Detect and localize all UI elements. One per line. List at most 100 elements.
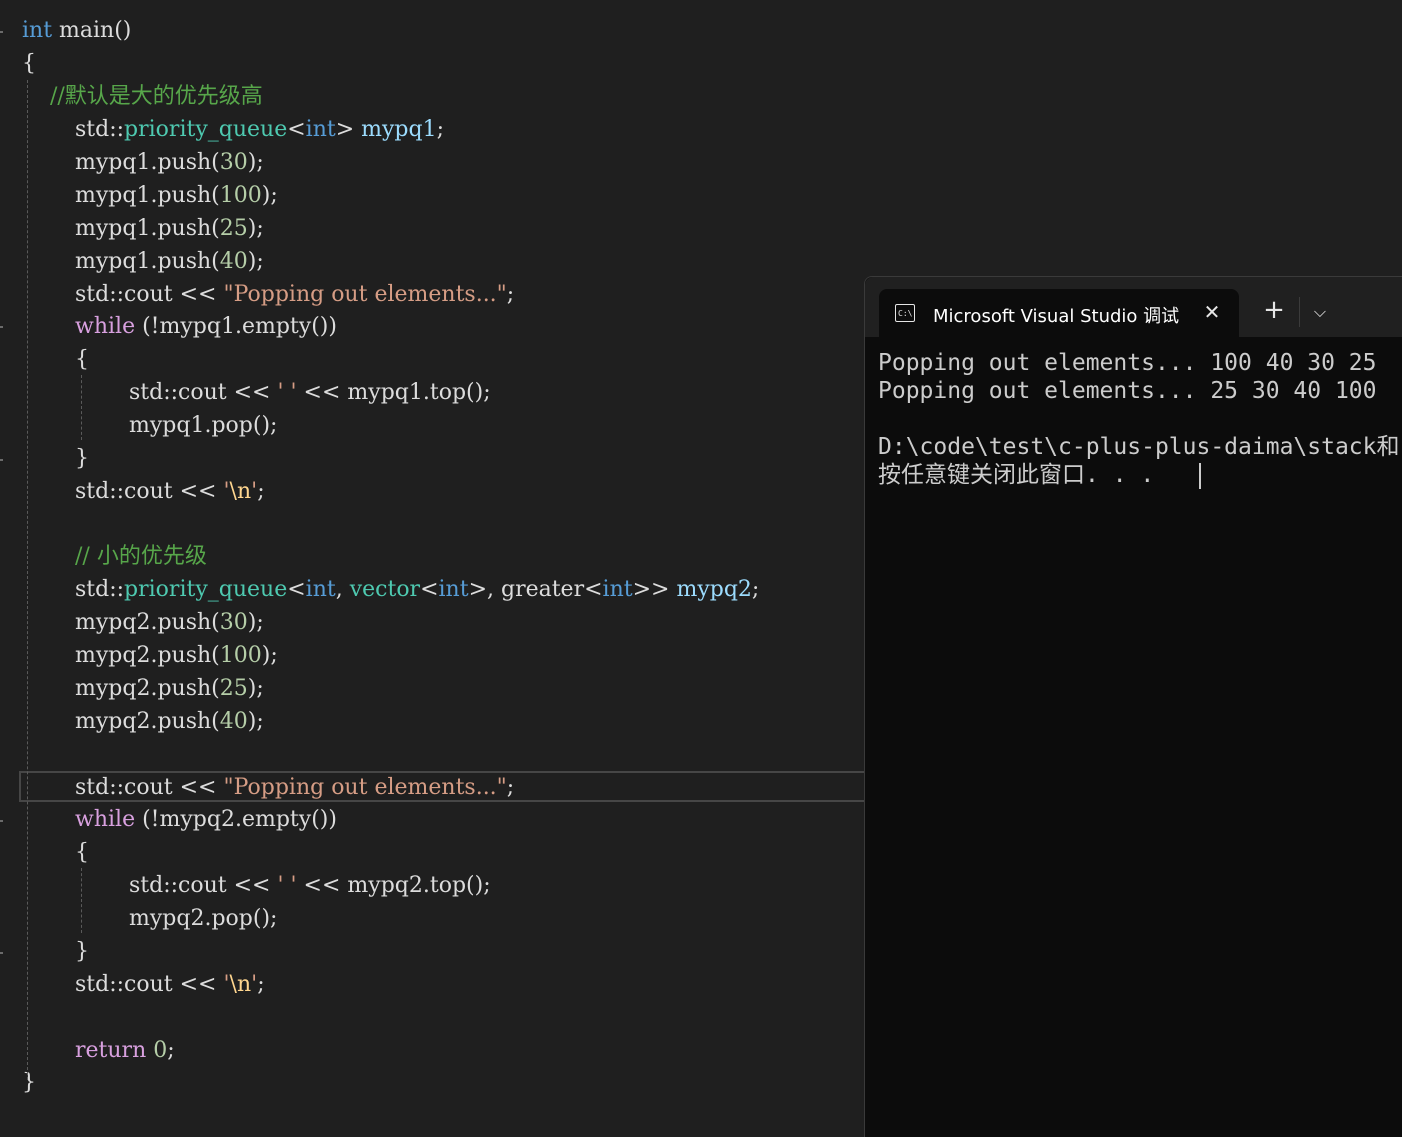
code-token: std::cout << bbox=[75, 775, 224, 800]
code-token: < bbox=[287, 577, 306, 602]
code-line[interactable]: std::cout << "Popping out elements..."; bbox=[75, 278, 514, 311]
code-token: { bbox=[75, 347, 89, 372]
code-token: int bbox=[602, 577, 633, 602]
code-line[interactable]: mypq2.push(100); bbox=[75, 639, 278, 672]
code-token: std::cout << bbox=[75, 282, 224, 307]
code-token: priority_queue bbox=[124, 577, 288, 602]
code-line[interactable]: //默认是大的优先级高 bbox=[22, 80, 263, 113]
code-token: ; bbox=[257, 479, 265, 504]
debug-console-window[interactable]: C:\ Microsoft Visual Studio 调试控 ✕ + ⌵ Po… bbox=[864, 276, 1402, 1137]
code-token: } bbox=[75, 446, 89, 471]
terminal-titlebar[interactable]: C:\ Microsoft Visual Studio 调试控 ✕ + ⌵ bbox=[865, 277, 1402, 337]
code-token: 30 bbox=[219, 150, 248, 175]
code-token: { bbox=[22, 51, 36, 76]
code-token: ); bbox=[247, 249, 264, 274]
code-token: } bbox=[75, 939, 89, 964]
code-token: main() bbox=[52, 18, 132, 43]
code-line[interactable]: mypq2.pop(); bbox=[129, 902, 277, 935]
code-line[interactable]: std::priority_queue<int, vector<int>, gr… bbox=[75, 573, 759, 606]
code-token: while bbox=[75, 807, 136, 832]
code-line[interactable]: // 小的优先级 bbox=[75, 540, 207, 573]
code-line[interactable]: while (!mypq2.empty()) bbox=[75, 803, 337, 836]
code-token: mypq2.push( bbox=[75, 610, 220, 635]
terminal-output-line: Popping out elements... 25 30 40 100 bbox=[878, 378, 1377, 404]
code-token: std:: bbox=[75, 117, 125, 142]
chevron-down-icon[interactable]: ⌵ bbox=[1307, 299, 1333, 325]
code-token: std::cout << bbox=[75, 479, 224, 504]
code-token: ; bbox=[751, 577, 760, 602]
code-line[interactable]: mypq2.push(25); bbox=[75, 672, 264, 705]
code-token: 100 bbox=[219, 643, 262, 668]
indent-guide bbox=[81, 375, 82, 440]
code-line[interactable]: std::cout << '\n'; bbox=[75, 475, 265, 508]
code-token: while bbox=[75, 314, 136, 339]
code-line[interactable]: std::cout << ' ' << mypq1.top(); bbox=[129, 376, 491, 409]
tab-title: Microsoft Visual Studio 调试控 bbox=[933, 306, 1179, 327]
code-line[interactable]: mypq1.push(25); bbox=[75, 212, 264, 245]
code-token: << mypq1.top(); bbox=[296, 380, 491, 405]
text-cursor bbox=[1199, 463, 1201, 489]
code-token: vector bbox=[349, 577, 421, 602]
code-token: std:: bbox=[75, 577, 125, 602]
indent-guide bbox=[81, 868, 82, 933]
code-line[interactable]: std::cout << ' ' << mypq2.top(); bbox=[129, 869, 491, 902]
code-token: mypq1.push( bbox=[75, 216, 220, 241]
code-line[interactable]: { bbox=[75, 836, 89, 869]
new-tab-button[interactable]: + bbox=[1261, 297, 1287, 323]
code-line[interactable]: std::cout << '\n'; bbox=[75, 968, 265, 1001]
code-token: ' ' bbox=[277, 380, 297, 405]
code-token: "Popping out elements..." bbox=[223, 775, 507, 800]
terminal-output-line: Popping out elements... 100 40 30 25 bbox=[878, 350, 1377, 376]
code-token: mypq1 bbox=[361, 117, 437, 142]
code-token: //默认是大的优先级高 bbox=[22, 84, 263, 109]
console-icon: C:\ bbox=[895, 304, 915, 322]
code-line[interactable]: std::cout << "Popping out elements..."; bbox=[75, 771, 514, 804]
code-line[interactable]: } bbox=[75, 442, 89, 475]
code-token: ; bbox=[257, 972, 265, 997]
gutter-marker bbox=[0, 31, 3, 33]
code-line[interactable]: mypq1.push(100); bbox=[75, 179, 278, 212]
code-line[interactable]: { bbox=[75, 343, 89, 376]
code-line[interactable]: } bbox=[75, 935, 89, 968]
code-token: >, greater< bbox=[468, 577, 603, 602]
close-tab-button[interactable]: ✕ bbox=[1199, 299, 1225, 325]
code-token: ); bbox=[261, 183, 278, 208]
code-token: mypq1.push( bbox=[75, 249, 220, 274]
code-token: < bbox=[420, 577, 439, 602]
code-token: ; bbox=[167, 1038, 175, 1063]
tab-divider bbox=[1299, 297, 1300, 327]
code-token: 30 bbox=[219, 610, 248, 635]
code-token: ; bbox=[506, 775, 515, 800]
code-line[interactable]: std::priority_queue<int> mypq1; bbox=[75, 113, 444, 146]
code-line[interactable]: mypq1.push(40); bbox=[75, 245, 264, 278]
code-token: mypq2.push( bbox=[75, 643, 220, 668]
gutter-marker bbox=[0, 952, 3, 954]
code-line[interactable]: while (!mypq1.empty()) bbox=[75, 310, 337, 343]
code-token: 0 bbox=[153, 1038, 168, 1063]
code-line[interactable]: { bbox=[22, 47, 36, 80]
code-token: (!mypq1.empty()) bbox=[135, 314, 337, 339]
code-token: { bbox=[75, 840, 89, 865]
code-token: mypq1.push( bbox=[75, 150, 220, 175]
code-token: int bbox=[305, 117, 336, 142]
code-token: int bbox=[22, 18, 53, 43]
code-line[interactable]: } bbox=[22, 1066, 36, 1099]
code-token: std::cout << bbox=[129, 873, 278, 898]
code-line[interactable]: mypq2.push(40); bbox=[75, 705, 264, 738]
code-token: ); bbox=[261, 643, 278, 668]
code-token: int bbox=[438, 577, 469, 602]
code-line[interactable]: mypq1.pop(); bbox=[129, 409, 277, 442]
code-token: ); bbox=[247, 150, 264, 175]
gutter-marker bbox=[0, 820, 3, 822]
indent-guide bbox=[27, 80, 28, 1080]
code-line[interactable]: return 0; bbox=[75, 1034, 175, 1067]
code-line[interactable]: mypq2.push(30); bbox=[75, 606, 264, 639]
code-token: mypq1.push( bbox=[75, 183, 220, 208]
terminal-tab[interactable]: C:\ Microsoft Visual Studio 调试控 ✕ bbox=[879, 289, 1239, 337]
code-token: int bbox=[305, 577, 336, 602]
code-token: 25 bbox=[219, 216, 248, 241]
terminal-output-line: 按任意键关闭此窗口. . . bbox=[878, 462, 1155, 488]
code-token: ); bbox=[247, 216, 264, 241]
code-line[interactable]: int main() bbox=[22, 14, 131, 47]
code-line[interactable]: mypq1.push(30); bbox=[75, 146, 264, 179]
